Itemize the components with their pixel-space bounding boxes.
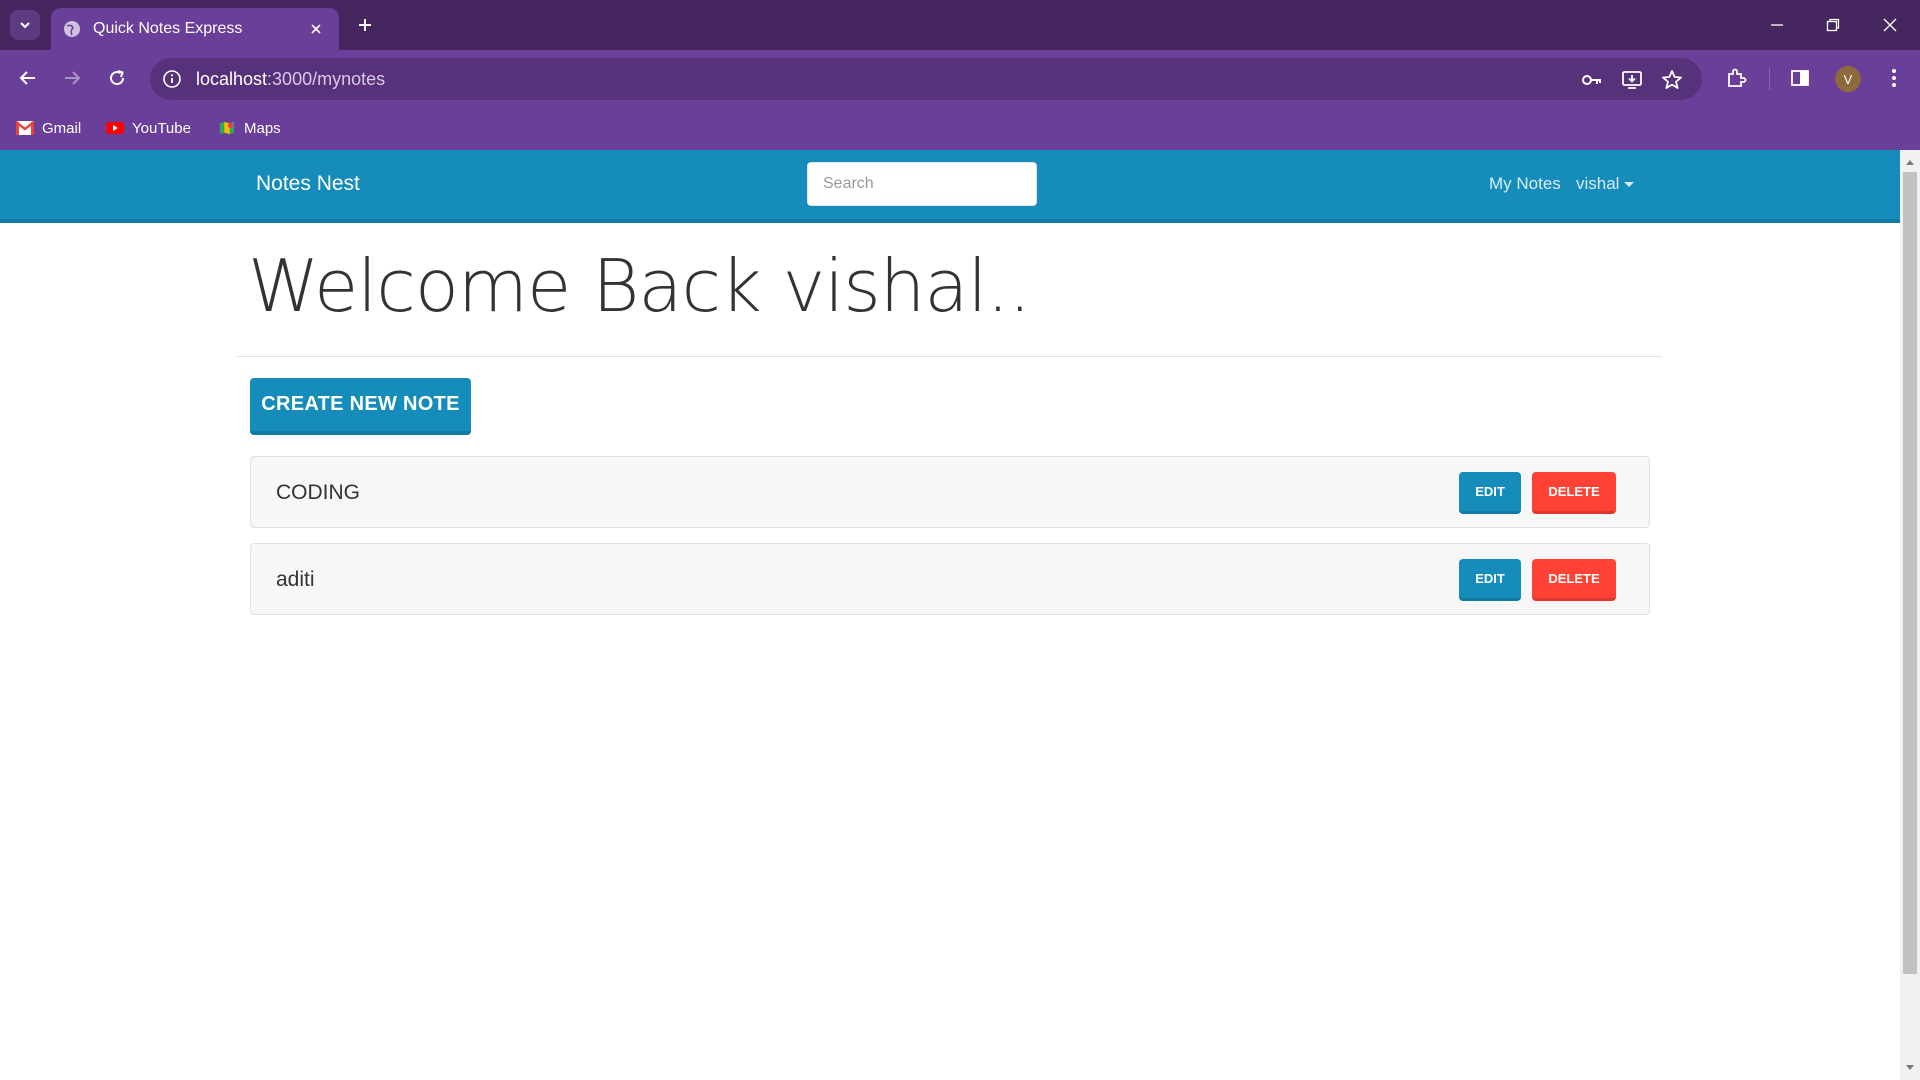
search-input[interactable] xyxy=(807,162,1037,206)
caret-down-icon xyxy=(1624,182,1635,188)
create-new-note-button[interactable]: CREATE NEW NOTE xyxy=(250,378,471,435)
brand-link[interactable]: Notes Nest xyxy=(256,172,360,196)
side-panel-icon[interactable] xyxy=(1784,62,1816,94)
bookmark-star-icon[interactable] xyxy=(1660,68,1684,92)
delete-button[interactable]: DELETE xyxy=(1532,472,1616,514)
maps-icon xyxy=(219,121,235,135)
scroll-down-icon[interactable] xyxy=(1900,1058,1920,1078)
close-window-icon[interactable] xyxy=(1870,10,1910,40)
address-bar[interactable]: localhost:3000/mynotes xyxy=(150,58,1702,100)
minimize-icon[interactable] xyxy=(1757,10,1797,40)
close-tab-icon[interactable] xyxy=(307,20,325,38)
toolbar-divider xyxy=(1769,68,1770,90)
scroll-up-icon[interactable] xyxy=(1900,152,1920,172)
browser-tab-bar: Quick Notes Express xyxy=(0,0,1920,50)
scroll-thumb[interactable] xyxy=(1903,172,1917,974)
extensions-icon[interactable] xyxy=(1720,62,1752,94)
chevron-down-icon xyxy=(20,22,30,29)
my-notes-link[interactable]: My Notes xyxy=(1489,174,1561,194)
install-app-icon[interactable] xyxy=(1620,68,1644,92)
bookmark-gmail[interactable]: Gmail xyxy=(16,116,81,140)
url-text[interactable]: localhost:3000/mynotes xyxy=(196,69,385,90)
profile-avatar[interactable]: V xyxy=(1835,66,1861,92)
bookmark-youtube[interactable]: YouTube xyxy=(106,116,191,140)
menu-kebab-icon[interactable] xyxy=(1878,62,1910,94)
bookmark-maps[interactable]: Maps xyxy=(218,116,281,140)
browser-tab[interactable]: Quick Notes Express xyxy=(51,8,339,50)
key-icon[interactable] xyxy=(1580,68,1604,92)
edit-button[interactable]: EDIT xyxy=(1459,472,1521,514)
divider xyxy=(237,356,1662,357)
note-item: aditi EDIT DELETE xyxy=(250,543,1650,615)
new-tab-icon[interactable] xyxy=(352,12,378,38)
page-viewport: Notes Nest My Notes vishal Welcome Back … xyxy=(0,150,1900,1080)
delete-button[interactable]: DELETE xyxy=(1532,559,1616,601)
tab-search-button[interactable] xyxy=(10,10,40,40)
restore-icon[interactable] xyxy=(1813,10,1853,40)
youtube-icon xyxy=(106,122,124,134)
browser-toolbar: localhost:3000/mynotes xyxy=(0,50,1920,106)
note-title: aditi xyxy=(276,568,315,591)
user-dropdown[interactable]: vishal xyxy=(1576,174,1635,194)
back-icon[interactable] xyxy=(12,62,44,94)
note-item: CODING EDIT DELETE xyxy=(250,456,1650,528)
gmail-icon xyxy=(16,121,34,135)
edit-button[interactable]: EDIT xyxy=(1459,559,1521,601)
page-title: Welcome Back vishal.. xyxy=(248,244,1031,328)
globe-icon xyxy=(64,21,80,37)
bookmarks-bar: Gmail YouTube Maps xyxy=(0,106,1920,150)
reload-icon[interactable] xyxy=(101,62,133,94)
site-info-icon[interactable] xyxy=(162,69,182,89)
tab-title: Quick Notes Express xyxy=(93,20,243,37)
app-navbar: Notes Nest My Notes vishal xyxy=(0,150,1900,223)
forward-icon[interactable] xyxy=(56,62,88,94)
note-title: CODING xyxy=(276,481,360,504)
